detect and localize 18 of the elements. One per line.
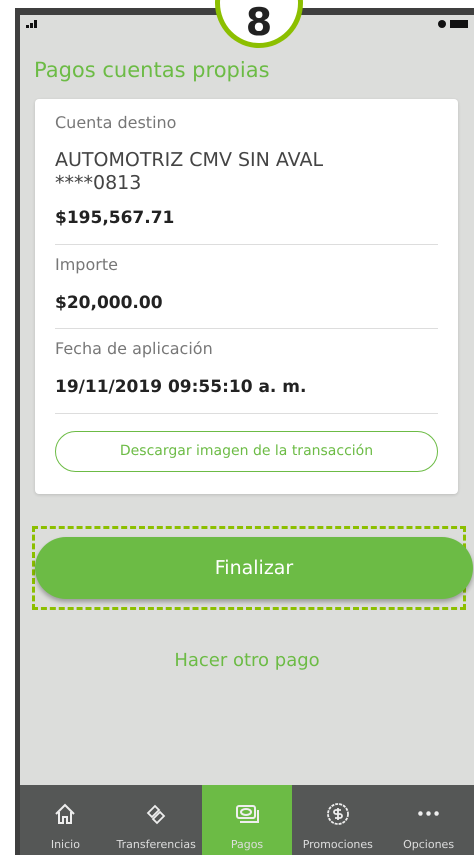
alarm-icon [438, 20, 446, 28]
field-value: $20,000.00 [55, 292, 164, 314]
page-title: Pagos cuentas propias [34, 57, 271, 84]
nav-tab[interactable]: Inicio [20, 785, 111, 855]
field-value: AUTOMOTRIZ CMV SIN AVAL [55, 148, 324, 172]
field-value: ****0813 [55, 172, 142, 196]
field-value: $195,567.71 [55, 207, 176, 230]
nav-tab[interactable]: Opciones [383, 785, 474, 855]
dollar-coin-icon [324, 800, 351, 826]
nav-tab[interactable]: Transferencias [110, 785, 202, 855]
signal-icon [26, 20, 40, 28]
field-label: Cuenta destino [55, 112, 178, 134]
field-label: Importe [55, 254, 119, 276]
field-value: 19/11/2019 09:55:10 a. m. [55, 376, 308, 399]
more-icon [418, 810, 440, 816]
battery-icon [450, 20, 468, 28]
field-label: Fecha de aplicación [55, 338, 214, 360]
nav-tab[interactable]: Promociones [292, 785, 384, 855]
